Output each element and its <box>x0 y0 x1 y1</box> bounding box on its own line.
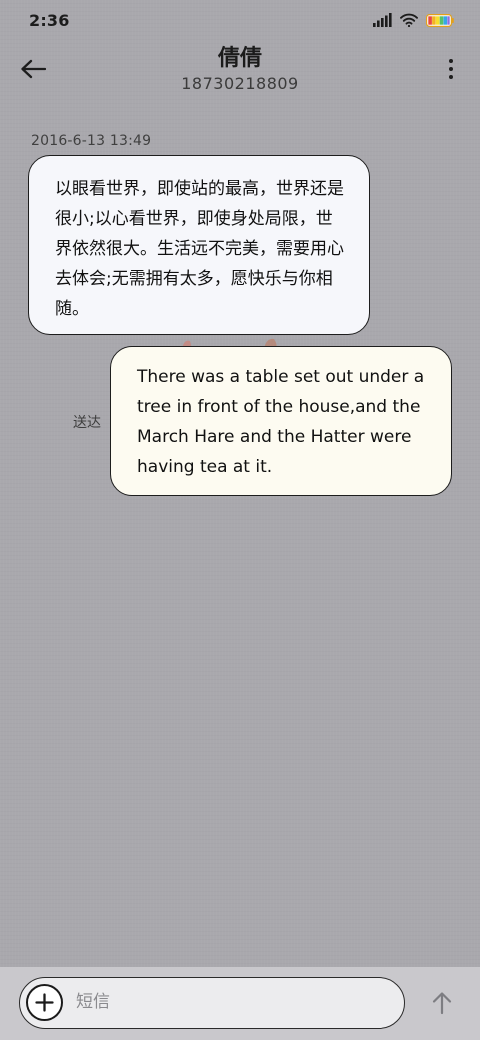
sent-message-text: There was a table set out under a tree i… <box>137 367 425 477</box>
battery-icon <box>426 13 454 27</box>
status-time: 2:36 <box>29 11 70 30</box>
signal-icon <box>373 13 392 27</box>
sent-message-bubble[interactable]: There was a table set out under a tree i… <box>110 346 452 496</box>
send-button[interactable] <box>428 989 456 1017</box>
arrow-left-icon <box>21 59 46 79</box>
contact-info: 倩倩 18730218809 <box>120 44 360 94</box>
status-bar: 2:36 <box>0 0 480 40</box>
more-options-button[interactable] <box>444 56 458 82</box>
message-timestamp: 2016-6-13 13:49 <box>31 133 152 149</box>
contact-name: 倩倩 <box>217 46 262 71</box>
conversation-header: 倩倩 18730218809 <box>0 40 480 100</box>
wifi-icon <box>400 13 418 27</box>
composer-field[interactable] <box>19 977 405 1029</box>
delivery-status: 送达 <box>73 415 101 431</box>
contact-number: 18730218809 <box>181 74 299 93</box>
status-icons <box>373 13 454 27</box>
more-vertical-icon <box>449 59 453 63</box>
add-attachment-button[interactable] <box>26 984 63 1021</box>
received-message-bubble[interactable]: 以眼看世界，即使站的最高，世界还是很小;以心看世界，即使身处局限，世界依然很大。… <box>28 155 370 335</box>
message-composer <box>0 967 480 1040</box>
arrow-up-icon <box>432 992 452 1015</box>
received-message-text: 以眼看世界，即使站的最高，世界还是很小;以心看世界，即使身处局限，世界依然很大。… <box>55 179 344 319</box>
plus-circle-icon <box>35 993 54 1012</box>
message-input[interactable] <box>76 982 386 1022</box>
back-button[interactable] <box>16 54 50 84</box>
